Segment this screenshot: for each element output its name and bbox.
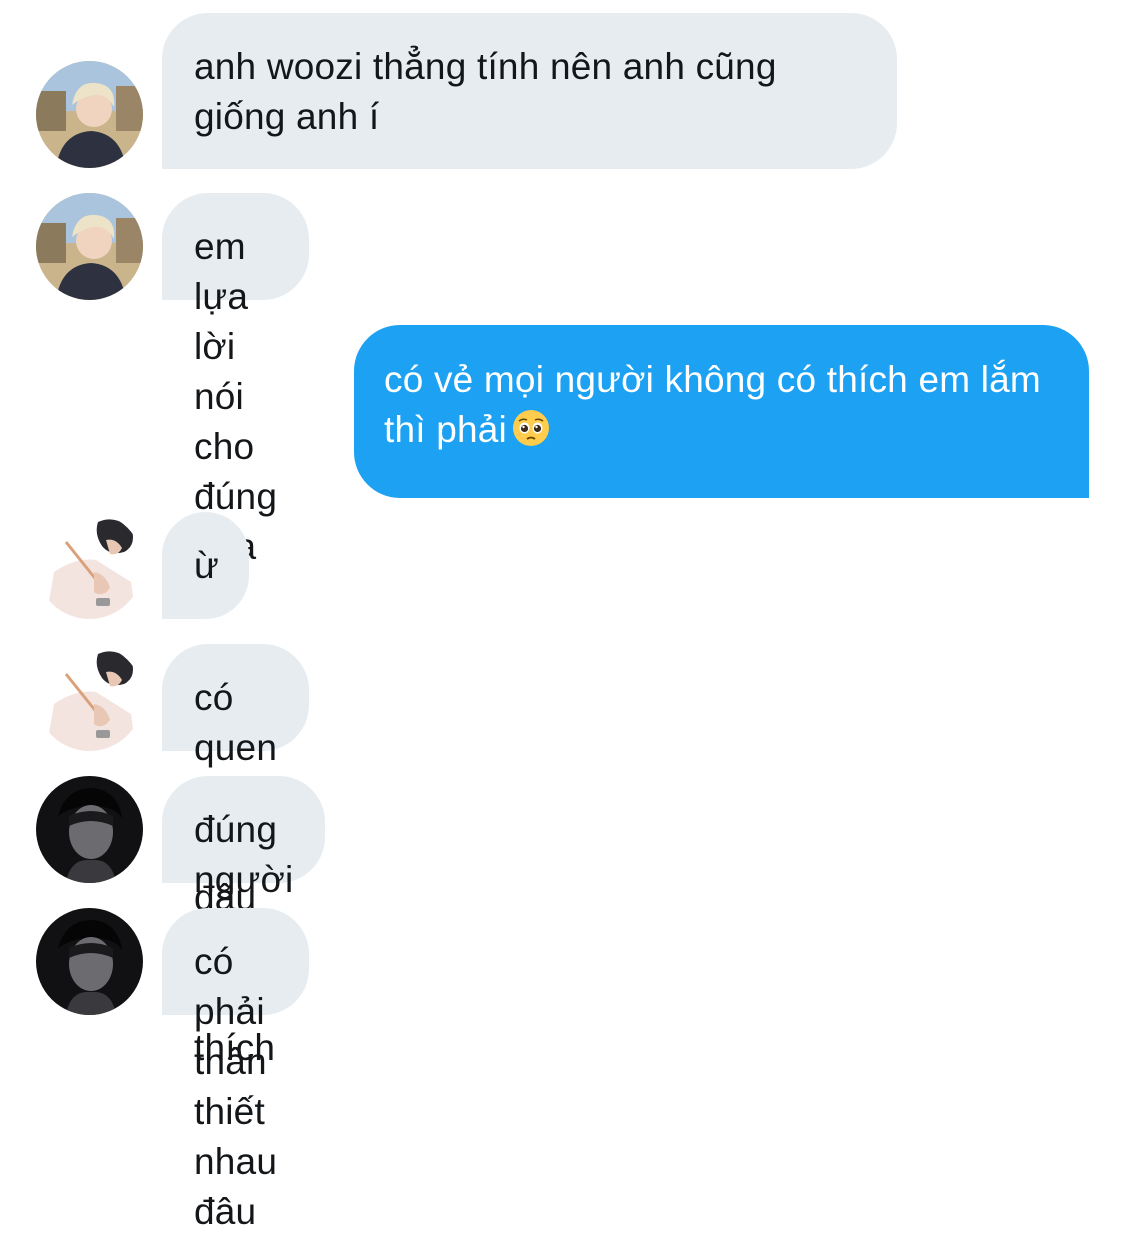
message-bubble[interactable]: em lựa lời nói cho đúng nha (162, 193, 310, 567)
message-text: anh woozi thẳng tính nên anh cũng giống … (194, 46, 777, 137)
message-bubble[interactable]: có phải thân thiết nhau đâu (162, 908, 310, 1232)
message-bubble[interactable]: ừ (162, 512, 249, 619)
message-text: có vẻ mọi người không có thích em lắm th… (384, 359, 1041, 450)
message-text: ừ (194, 545, 219, 586)
pleading-face-emoji (511, 408, 551, 448)
message-bubble[interactable]: anh woozi thẳng tính nên anh cũng giống … (162, 13, 897, 169)
message-bubble[interactable]: có vẻ mọi người không có thích em lắm th… (354, 325, 1089, 498)
dark-portrait-avatar[interactable] (36, 908, 143, 1015)
message-text: có phải thân thiết nhau đâu (194, 941, 278, 1232)
white-shirt-man-avatar[interactable] (36, 512, 143, 619)
message-bubble[interactable]: đúng người ngoài mà (162, 776, 326, 1000)
message-bubble[interactable]: có quen biết gì đâu mà đòi thích (162, 644, 310, 1068)
blonde-man-avatar[interactable] (36, 61, 143, 168)
blonde-man-avatar[interactable] (36, 193, 143, 300)
dark-portrait-avatar[interactable] (36, 776, 143, 883)
white-shirt-man-avatar[interactable] (36, 644, 143, 751)
